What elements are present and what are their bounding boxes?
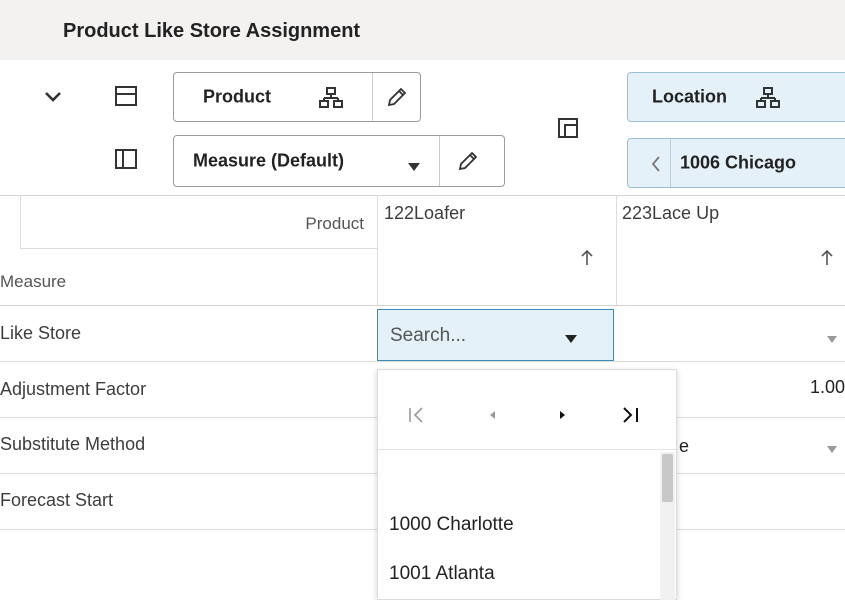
product-axis-label: Product — [305, 214, 364, 233]
last-page-icon[interactable] — [620, 404, 642, 432]
location-tile[interactable]: Location — [627, 72, 845, 122]
sort-up-icon[interactable] — [580, 248, 594, 271]
list-item[interactable]: 1001 Atlanta — [389, 563, 495, 585]
column-header[interactable]: 122Loafer — [384, 203, 465, 224]
first-page-icon[interactable] — [406, 404, 428, 432]
hierarchy-icon[interactable] — [756, 86, 780, 115]
product-tile-label: Product — [203, 86, 272, 107]
hierarchy-icon[interactable] — [319, 86, 343, 115]
column-header[interactable]: 223Lace Up — [622, 203, 719, 224]
layout-rows-icon[interactable] — [114, 84, 138, 108]
caret-down-icon[interactable] — [827, 331, 837, 349]
like-store-search-input[interactable]: Search... — [377, 309, 614, 361]
next-page-icon[interactable] — [551, 404, 573, 432]
row-header: Forecast Start — [0, 490, 114, 510]
search-placeholder: Search... — [390, 325, 467, 346]
location-tile-label: Location — [652, 86, 727, 107]
location-value-tile[interactable]: 1006 Chicago — [627, 138, 845, 188]
pencil-icon[interactable] — [386, 86, 408, 113]
measure-axis-label: Measure — [0, 272, 67, 291]
pivot-icon[interactable] — [557, 117, 579, 139]
location-value-label: 1006 Chicago — [680, 152, 797, 173]
measure-tile[interactable]: Measure (Default) — [173, 135, 505, 187]
row-header: Like Store — [0, 323, 82, 343]
measure-tile-label: Measure (Default) — [193, 150, 345, 171]
caret-down-icon[interactable] — [827, 441, 837, 459]
chevron-left-icon[interactable] — [650, 155, 662, 178]
substitute-method-value[interactable]: e — [679, 436, 689, 457]
pencil-icon[interactable] — [457, 150, 479, 177]
row-header: Adjustment Factor — [0, 379, 147, 399]
previous-page-icon[interactable] — [482, 404, 504, 432]
caret-down-icon[interactable] — [407, 156, 421, 177]
chevron-down-icon[interactable] — [42, 86, 64, 108]
adjustment-factor-value[interactable]: 1.00 — [810, 377, 845, 398]
row-header: Substitute Method — [0, 434, 146, 454]
caret-down-icon[interactable] — [564, 331, 578, 349]
sort-up-icon[interactable] — [820, 248, 834, 271]
layout-columns-icon[interactable] — [114, 147, 138, 171]
page-title: Product Like Store Assignment — [63, 20, 361, 42]
product-tile[interactable]: Product — [173, 72, 421, 122]
list-item[interactable]: 1000 Charlotte — [389, 514, 514, 536]
dropdown-scrollbar-thumb[interactable] — [662, 454, 673, 502]
